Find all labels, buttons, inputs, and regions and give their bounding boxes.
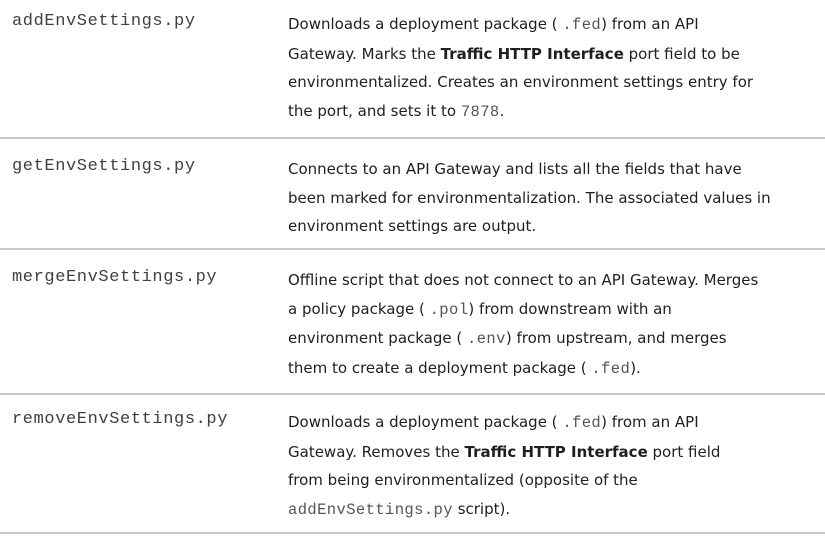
script-name: addEnvSettings.py: [12, 12, 196, 31]
text-segment: from being environmentalized (opposite o…: [288, 471, 638, 489]
text-segment: .: [499, 101, 505, 120]
text-segment: the port, and sets it to: [288, 101, 461, 120]
text-segment: script).: [452, 499, 511, 518]
text-segment: ) from an API: [601, 15, 699, 33]
ui-term: Traffic HTTP Interface: [464, 442, 648, 461]
script-name: mergeEnvSettings.py: [12, 268, 218, 287]
description-line: Downloads a deployment package ( .fed) f…: [288, 10, 818, 40]
text-segment: port field: [647, 442, 721, 461]
text-segment: environment package (: [288, 329, 468, 347]
file-extension: .fed: [562, 414, 602, 432]
table-row: addEnvSettings.py Downloads a deployment…: [0, 0, 825, 139]
description-line: from being environmentalized (opposite o…: [288, 466, 818, 495]
text-segment: ).: [630, 358, 641, 377]
description-line: Gateway. Removes the Traffic HTTP Interf…: [288, 438, 818, 467]
text-segment: Gateway. Removes the: [288, 442, 465, 461]
text-segment: ) from upstream, and merges: [505, 329, 727, 347]
description-line: Downloads a deployment package ( .fed) f…: [288, 408, 818, 438]
port-value: 7878: [460, 102, 500, 121]
script-description: Downloads a deployment package ( .fed) f…: [288, 10, 818, 126]
description-line: environmentalized. Creates an environmen…: [288, 68, 818, 97]
description-line: environment package ( .env) from upstrea…: [288, 324, 818, 354]
description-line: them to create a deployment package ( .f…: [288, 354, 818, 384]
file-extension: .env: [467, 330, 506, 348]
text-segment: ) from an API: [601, 413, 699, 431]
script-name: removeEnvSettings.py: [12, 410, 229, 429]
script-description: Connects to an API Gateway and lists all…: [288, 155, 818, 241]
description-line: environment settings are output.: [288, 212, 818, 241]
description-line: been marked for environmentalization. Th…: [288, 184, 818, 213]
description-line: Gateway. Marks the Traffic HTTP Interfac…: [288, 40, 818, 69]
table-row: mergeEnvSettings.py Offline script that …: [0, 250, 825, 395]
text-segment: environmentalized. Creates an environmen…: [288, 73, 754, 91]
table-row: getEnvSettings.py Connects to an API Gat…: [0, 139, 825, 250]
description-line: Connects to an API Gateway and lists all…: [288, 155, 818, 184]
description-line: Offline script that does not connect to …: [288, 266, 818, 295]
text-segment: a policy package (: [288, 299, 430, 318]
text-segment: Downloads a deployment package (: [288, 413, 563, 431]
script-description: Offline script that does not connect to …: [288, 266, 818, 383]
table-row: removeEnvSettings.py Downloads a deploym…: [0, 395, 825, 534]
text-segment: them to create a deployment package (: [288, 358, 592, 377]
text-segment: Connects to an API Gateway and lists all…: [288, 160, 742, 178]
text-segment: been marked for environmentalization. Th…: [288, 188, 771, 207]
text-segment: environment settings are output.: [288, 217, 537, 235]
description-line: the port, and sets it to 7878.: [288, 97, 818, 127]
script-reference: addEnvSettings.py: [288, 500, 453, 519]
script-description: Downloads a deployment package ( .fed) f…: [288, 408, 818, 524]
file-extension: .fed: [562, 16, 602, 34]
scripts-table: addEnvSettings.py Downloads a deployment…: [0, 0, 825, 534]
file-extension: .pol: [429, 300, 469, 319]
file-extension: .fed: [591, 359, 631, 378]
description-line: a policy package ( .pol) from downstream…: [288, 295, 818, 325]
text-segment: Gateway. Marks the: [288, 44, 441, 63]
description-line: addEnvSettings.py script).: [288, 495, 818, 525]
text-segment: Downloads a deployment package (: [288, 15, 563, 33]
script-name: getEnvSettings.py: [12, 157, 196, 176]
text-segment: ) from downstream with an: [468, 299, 672, 318]
ui-term: Traffic HTTP Interface: [440, 44, 624, 63]
text-segment: Offline script that does not connect to …: [288, 271, 759, 289]
text-segment: port field to be: [623, 44, 740, 63]
